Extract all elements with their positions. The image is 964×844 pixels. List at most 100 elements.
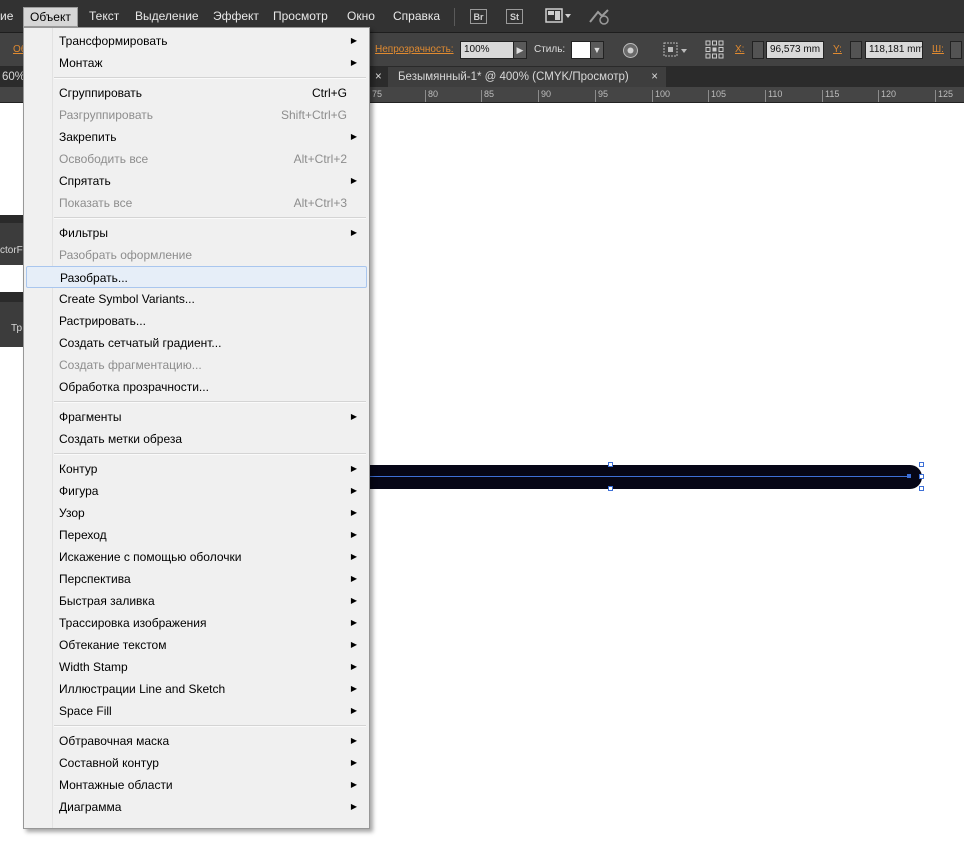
menu-item[interactable]: Спрятать ▶ bbox=[26, 170, 367, 192]
align-options-icon[interactable] bbox=[662, 41, 688, 59]
menu-item[interactable]: Искажение с помощью оболочки ▶ bbox=[26, 546, 367, 568]
menu-item[interactable]: Иллюстрации Line and Sketch ▶ bbox=[26, 678, 367, 700]
transform-panel[interactable]: Тр bbox=[0, 292, 24, 347]
menu-item-label: Обработка прозрачности... bbox=[59, 380, 209, 394]
submenu-arrow-icon: ▶ bbox=[350, 58, 357, 67]
menu-item[interactable]: Обработка прозрачности... bbox=[26, 376, 367, 398]
y-stepper-icon[interactable] bbox=[850, 41, 862, 59]
menu-item[interactable]: Растрировать... bbox=[26, 310, 367, 332]
ruler-tick: 95 bbox=[595, 90, 608, 102]
menu-item-label: Иллюстрации Line and Sketch bbox=[59, 682, 226, 696]
submenu-arrow-icon: ▶ bbox=[350, 802, 357, 811]
y-input[interactable]: 118,181 mm bbox=[865, 41, 923, 59]
selection-handle[interactable] bbox=[919, 474, 924, 479]
menu-item[interactable]: Фильтры ▶ bbox=[26, 222, 367, 244]
reference-point-icon[interactable] bbox=[705, 40, 724, 59]
menu-separator bbox=[54, 725, 366, 727]
style-swatch[interactable] bbox=[571, 41, 591, 59]
y-label: Y: bbox=[833, 44, 842, 55]
opacity-label[interactable]: Непрозрачность: bbox=[375, 44, 454, 55]
selection-handle[interactable] bbox=[608, 462, 613, 467]
opacity-input[interactable]: 100% bbox=[460, 41, 514, 59]
ruler-tick: 120 bbox=[878, 90, 896, 102]
menu-object[interactable]: Объект bbox=[23, 7, 78, 27]
menu-item[interactable]: Width Stamp ▶ bbox=[26, 656, 367, 678]
submenu-arrow-icon: ▶ bbox=[350, 36, 357, 45]
menu-item[interactable]: Обтекание текстом ▶ bbox=[26, 634, 367, 656]
menu-item[interactable]: Фигура ▶ bbox=[26, 480, 367, 502]
menu-item[interactable]: Закрепить ▶ bbox=[26, 126, 367, 148]
menu-item-label: Переход bbox=[59, 528, 107, 542]
menu-item[interactable]: Обтравочная маска ▶ bbox=[26, 730, 367, 752]
menu-item-label: Монтаж bbox=[59, 56, 103, 70]
tab-active-label: Безымянный-1* @ 400% (CMYK/Просмотр) bbox=[398, 71, 629, 83]
menu-item[interactable]: Контур ▶ bbox=[26, 458, 367, 480]
ruler-tick: 105 bbox=[708, 90, 726, 102]
menu-separator bbox=[54, 217, 366, 219]
submenu-arrow-icon: ▶ bbox=[350, 758, 357, 767]
w-stepper-icon[interactable] bbox=[950, 41, 962, 59]
tab-active-document[interactable]: Безымянный-1* @ 400% (CMYK/Просмотр) × bbox=[388, 67, 666, 87]
submenu-arrow-icon: ▶ bbox=[350, 736, 357, 745]
menu-item[interactable]: Переход ▶ bbox=[26, 524, 367, 546]
menu-help[interactable]: Справка bbox=[393, 0, 440, 33]
menu-item[interactable]: Узор ▶ bbox=[26, 502, 367, 524]
menu-item[interactable]: Составной контур ▶ bbox=[26, 752, 367, 774]
menu-item[interactable]: Диаграмма ▶ bbox=[26, 796, 367, 818]
menu-item[interactable]: Быстрая заливка ▶ bbox=[26, 590, 367, 612]
ruler-tick: 110 bbox=[765, 90, 782, 102]
opacity-dropdown-icon[interactable]: ▶ bbox=[513, 41, 527, 59]
stock-icon[interactable]: St bbox=[506, 9, 523, 24]
submenu-arrow-icon: ▶ bbox=[350, 640, 357, 649]
selection-handle[interactable] bbox=[608, 486, 613, 491]
menu-separator bbox=[54, 401, 366, 403]
submenu-arrow-icon: ▶ bbox=[350, 132, 357, 141]
menu-item[interactable]: Трассировка изображения ▶ bbox=[26, 612, 367, 634]
menu-item[interactable]: Space Fill ▶ bbox=[26, 700, 367, 722]
x-stepper-icon[interactable] bbox=[752, 41, 764, 59]
menu-item-label: Обтекание текстом bbox=[59, 638, 167, 652]
menu-item[interactable]: Create Symbol Variants... bbox=[26, 288, 367, 310]
menu-item-label: Монтажные области bbox=[59, 778, 173, 792]
menu-item[interactable]: Монтажные области ▶ bbox=[26, 774, 367, 796]
ruler-tick: 115 bbox=[822, 90, 839, 102]
menu-item[interactable]: Разобрать... bbox=[26, 266, 367, 288]
menu-item[interactable]: Создать метки обреза bbox=[26, 428, 367, 450]
style-label: Стиль: bbox=[534, 44, 566, 55]
x-input[interactable]: 96,573 mm bbox=[766, 41, 824, 59]
menu-separator bbox=[54, 77, 366, 79]
menu-item[interactable]: Трансформировать ▶ bbox=[26, 30, 367, 52]
menu-item[interactable]: Сгруппировать Ctrl+G bbox=[26, 82, 367, 104]
selection-handle[interactable] bbox=[919, 486, 924, 491]
gpu-performance-icon[interactable] bbox=[588, 8, 612, 26]
menu-item-label: Контур bbox=[59, 462, 98, 476]
selection-handle[interactable] bbox=[919, 462, 924, 467]
submenu-arrow-icon: ▶ bbox=[350, 228, 357, 237]
menu-item[interactable]: Создать сетчатый градиент... bbox=[26, 332, 367, 354]
menubar-divider bbox=[454, 8, 455, 26]
selected-stroke-shape[interactable] bbox=[330, 465, 922, 489]
submenu-arrow-icon: ▶ bbox=[350, 176, 357, 185]
ruler-tick: 100 bbox=[652, 90, 670, 102]
tab-partial[interactable]: 60% bbox=[0, 67, 25, 87]
menu-item-label: Освободить все bbox=[59, 152, 149, 166]
recolor-artwork-icon[interactable] bbox=[622, 42, 639, 59]
menu-item[interactable]: Монтаж ▶ bbox=[26, 52, 367, 74]
menu-item[interactable]: Перспектива ▶ bbox=[26, 568, 367, 590]
w-label: Ш: bbox=[932, 44, 944, 55]
style-dropdown-icon[interactable]: ▼ bbox=[590, 41, 604, 59]
menu-item-label: Составной контур bbox=[59, 756, 159, 770]
close-tab-icon[interactable]: × bbox=[375, 67, 382, 87]
menu-item-label: Space Fill bbox=[59, 704, 112, 718]
anchor-point[interactable] bbox=[907, 474, 911, 478]
menu-edit-partial[interactable]: ие bbox=[0, 0, 13, 33]
bridge-icon[interactable]: Br bbox=[470, 9, 487, 24]
close-active-tab-icon[interactable]: × bbox=[651, 67, 658, 87]
arrange-documents-icon[interactable] bbox=[545, 8, 573, 24]
menu-item-label: Показать все bbox=[59, 196, 133, 210]
vectorfirst-panel[interactable]: ctorFi bbox=[0, 215, 24, 265]
menu-item-label: Трансформировать bbox=[59, 34, 168, 48]
menu-item: Разгруппировать Shift+Ctrl+G bbox=[26, 104, 367, 126]
menu-item[interactable]: Фрагменты ▶ bbox=[26, 406, 367, 428]
menu-item-label: Закрепить bbox=[59, 130, 117, 144]
